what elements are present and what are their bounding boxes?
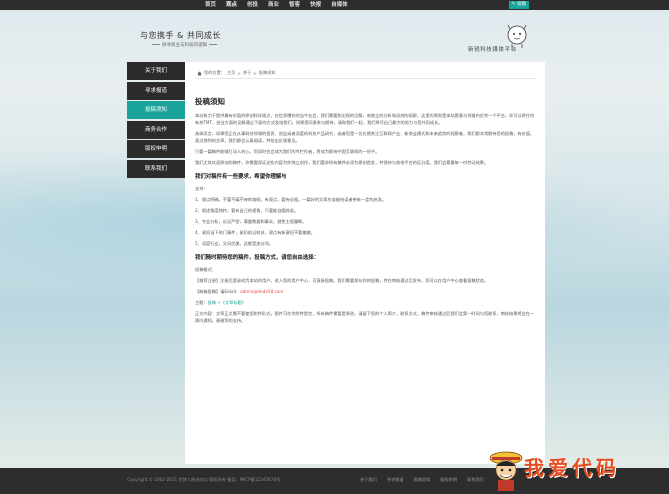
footnote: 正文内容：文章正文需不要使用附件形式，图片可作为附件提交，所有稿件需要是原创，请… xyxy=(195,311,535,323)
list-item: 4、紧扣当下热门事件，紧扣前沿科技，观点有新意但不要偏激。 xyxy=(195,230,315,235)
paragraph: 本站致力于提供最有价值的原创科技观点，在信息爆炸的当今社会，我们需要和尖锐的见解… xyxy=(195,113,535,125)
method-label: 投稿格式： xyxy=(195,267,216,272)
paragraph: 我们尤其欢迎原创的稿件，你需要保证这些内容为你独立创作，我们要求所有稿件必须为原… xyxy=(195,160,489,165)
footer-links: 关于我们 寻求报道 投稿须知 版权申明 联系我们 xyxy=(360,477,484,483)
section-heading: 我们随时期待您的稿件，投稿方式，请您自由选择： xyxy=(195,255,319,261)
support-label: 支持： xyxy=(195,186,208,191)
section-heading: 我们对稿件有一些要求，希望你理解与 xyxy=(195,174,287,180)
contribute-label: 投稿 xyxy=(517,2,526,7)
contribute-button[interactable]: ✎ 投稿 xyxy=(508,1,529,9)
breadcrumb-separator: > xyxy=(253,70,257,76)
breadcrumb-prefix: 您的位置： xyxy=(204,70,225,75)
email-link[interactable]: admin@dede58.com xyxy=(240,289,283,294)
copyright: Copyright © 2002-2011 织梦人原创站点 版权所有 备案：粤I… xyxy=(127,477,281,482)
sidebar-item-copyright[interactable]: 版权申明 xyxy=(127,140,185,158)
subject-value: 投稿 +《文章标题》 xyxy=(207,300,246,305)
top-navbar: 首页 观点 创投 商业 智客 快报 自媒体 ✎ 投稿 xyxy=(0,0,669,10)
main-nav: 首页 观点 创投 商业 智客 快报 自媒体 xyxy=(200,0,353,10)
paragraph: 具体而言，如果您正在从事科技领域的投资、创业或者深度的科技产品研究，或者您是一位… xyxy=(195,131,535,143)
footer-link-about[interactable]: 关于我们 xyxy=(360,477,377,483)
submission-subject: 主题：投稿 +《文章标题》 xyxy=(195,299,535,306)
subject-prefix: 主题： xyxy=(195,300,208,305)
sidebar: 关于我们 寻求报道 投稿须知 商务合作 版权申明 联系我们 xyxy=(127,62,185,179)
footer-link-submission[interactable]: 投稿须知 xyxy=(414,477,431,483)
sidebar-item-about[interactable]: 关于我们 xyxy=(127,62,185,80)
page-title: 投稿须知 xyxy=(195,97,225,106)
breadcrumb-separator: > xyxy=(237,70,241,76)
main-panel: 您的位置： 主页 > 关于 > 投稿须知 投稿须知 本站致力于提供最有价值的原创… xyxy=(185,62,545,464)
site-subtitle: 探寻商业与科技的逻辑 xyxy=(152,42,217,48)
nav-item-venture[interactable]: 创投 xyxy=(242,0,263,10)
sidebar-item-coverage[interactable]: 寻求报道 xyxy=(127,81,185,100)
nav-item-news[interactable]: 快报 xyxy=(305,0,326,10)
breadcrumb-about[interactable]: 关于 xyxy=(243,70,251,76)
article-body: 本站致力于提供最有价值的原创科技观点，在信息爆炸的当今社会，我们需要和尖锐的见解… xyxy=(195,112,535,328)
list-item: 2、叙述角度独特，要有自己的视角，只要能自圆其说。 xyxy=(195,208,299,213)
sidebar-item-contact[interactable]: 联系我们 xyxy=(127,159,185,178)
footer-link-copyright[interactable]: 版权申明 xyxy=(440,477,457,483)
list-item: 1、观点明确，不要不痛不痒的堆砌，有观点，要有论据，一篇好的文章应该能给读者带来… xyxy=(195,197,387,202)
breadcrumb-current: 投稿须知 xyxy=(258,70,276,75)
list-item: 5、深度行业，文风优美，这都是加分项。 xyxy=(195,241,274,246)
breadcrumb: 您的位置： 主页 > 关于 > 投稿须知 xyxy=(197,70,276,76)
home-icon xyxy=(197,71,202,75)
nav-item-media[interactable]: 自媒体 xyxy=(326,0,353,10)
paragraph: 只要一篇稿件能够打动人的心，您同时也会成为我们的专栏作者，将成为影响中国互联网的… xyxy=(195,149,380,154)
submission-method-email: 【邮箱投稿】请Email：admin@dede58.com xyxy=(195,288,535,295)
sidebar-item-business[interactable]: 商务合作 xyxy=(127,120,185,139)
nav-item-business[interactable]: 商业 xyxy=(263,0,284,10)
submission-method-register: 【推荐注册】注册后登录成为本站的用户，进入您的用户中心，可直接投稿。我们需要保存… xyxy=(195,278,489,283)
email-prefix: 【邮箱投稿】请Email： xyxy=(195,289,241,294)
list-item: 3、专业分析，论证严密，尊重数据和事实，避免主观臆断。 xyxy=(195,219,307,224)
divider xyxy=(195,78,535,79)
footer-link-coverage[interactable]: 寻求报道 xyxy=(387,477,404,483)
nav-item-opinion[interactable]: 观点 xyxy=(221,0,242,10)
nav-item-home[interactable]: 首页 xyxy=(200,0,221,10)
watermark: 我爱代码 xyxy=(524,456,620,480)
breadcrumb-home[interactable]: 主页 xyxy=(227,70,235,76)
sidebar-item-submission[interactable]: 投稿须知 xyxy=(127,101,185,119)
pencil-icon: ✎ xyxy=(511,2,516,7)
pirate-mascot-icon xyxy=(489,451,523,491)
site-title: 与您携手 & 共同成长 xyxy=(140,31,221,40)
footer-link-contact[interactable]: 联系我们 xyxy=(467,477,484,483)
mascot-icon xyxy=(507,24,527,48)
nav-item-zhike[interactable]: 智客 xyxy=(284,0,305,10)
